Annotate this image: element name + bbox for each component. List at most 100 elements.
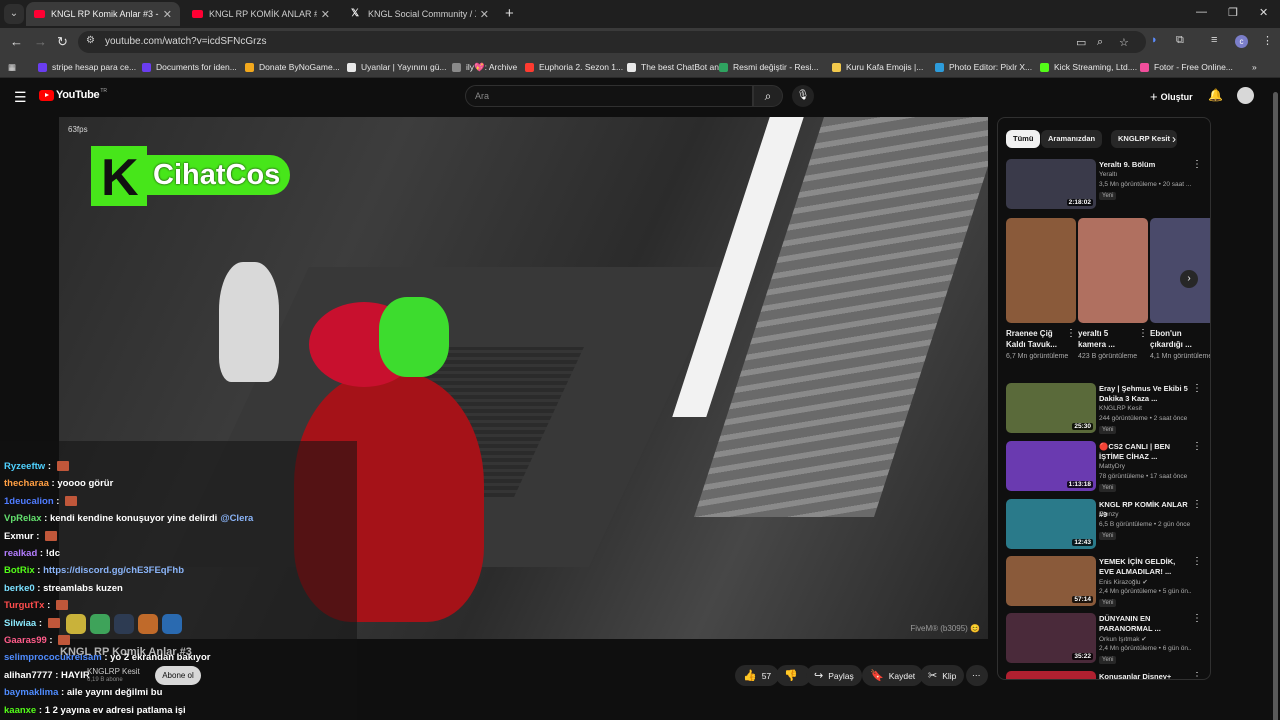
video-thumbnail[interactable]: 57:14 (1006, 556, 1096, 606)
video-thumbnail[interactable]: 35:22 (1006, 613, 1096, 663)
chat-username[interactable]: Gaaras99 (4, 635, 47, 646)
chat-username[interactable]: TurgutTx (4, 600, 44, 611)
extensions-puzzle-icon[interactable]: ⧉ (1176, 34, 1184, 47)
maximize-icon[interactable]: ❐ (1228, 6, 1238, 19)
chat-link[interactable]: https://discord.gg/chE3FEqFhb (43, 565, 184, 576)
recommended-video[interactable]: 57:14 YEMEK İÇİN GELDİK, EVE ALMADILAR! .… (1006, 556, 1206, 608)
channel-name[interactable]: Orkun Işıtmak ✔ (1099, 635, 1147, 643)
menu-icon[interactable]: ☰ (14, 89, 27, 106)
more-icon[interactable]: ⋮ (1210, 328, 1211, 339)
bookmark-item[interactable]: Uyanlar | Yayınını gü... (347, 62, 447, 72)
recommended-video[interactable]: 1:13:18 🔴CS2 CANLI | BEN İŞTİME CİHAZ ...… (1006, 441, 1206, 493)
channel-name[interactable]: MattyDry (1099, 463, 1125, 470)
extension-icon[interactable]: ◗ (1151, 34, 1158, 46)
new-tab-button[interactable]: + (505, 5, 514, 22)
tab-active[interactable]: KNGL RP Komik Anlar #3 - YouTube ✕ (26, 2, 180, 26)
bookmark-star-icon[interactable]: ☆ (1119, 36, 1129, 49)
short-item[interactable]: yeraltı 5 kamera ... ⋮ 423 B görüntüleme (1078, 218, 1148, 360)
chat-username[interactable]: Silwiaa (4, 618, 36, 629)
bookmark-item[interactable]: Kick Streaming, Ltd.... (1040, 62, 1137, 72)
recommended-video[interactable]: 25:30 Eray | Şehmus Ve Ekibi 5 Dakika 3 K… (1006, 383, 1206, 435)
video-title[interactable]: YEMEK İÇİN GELDİK, EVE ALMADILAR! ... (1099, 557, 1191, 577)
channel-name[interactable]: Yeraltı (1099, 171, 1117, 178)
search-button[interactable]: ⌕ (753, 85, 783, 107)
bookmark-item[interactable]: The best ChatBot an... (627, 62, 726, 72)
shorts-next-button[interactable]: › (1180, 270, 1198, 288)
channel-name[interactable]: Enis Kirazoğlu ✔ (1099, 578, 1148, 586)
chat-username[interactable]: berke0 (4, 583, 35, 594)
profile-avatar[interactable]: c (1235, 35, 1248, 48)
youtube-logo[interactable]: YouTube TR (39, 88, 107, 101)
tab-3[interactable]: 𝕏 KNGL Social Community / X ✕ (343, 2, 497, 26)
more-actions-button[interactable]: ⋯ (966, 665, 988, 686)
video-thumbnail[interactable]: 12:43 (1006, 499, 1096, 549)
clip-button[interactable]: ✂ Klip (920, 665, 965, 686)
recommended-video[interactable]: 35:22 DÜNYANIN EN PARANORMAL ... Orkun Işı… (1006, 613, 1206, 665)
scrollbar-thumb[interactable] (1273, 92, 1278, 720)
video-thumbnail[interactable]: 25:30 (1006, 383, 1096, 433)
chat-username[interactable]: alihan7777 (4, 670, 53, 681)
page-scrollbar[interactable] (1270, 80, 1280, 720)
video-title[interactable]: DÜNYANIN EN PARANORMAL ... (1099, 614, 1191, 634)
bookmark-item[interactable]: Kuru Kafa Emojis |... (832, 62, 923, 72)
bookmark-item[interactable]: ily💖: Archive (452, 62, 517, 73)
chip-all[interactable]: Tümü (1006, 130, 1041, 148)
video-title[interactable]: 🔴CS2 CANLI | BEN İŞTİME CİHAZ ... (1099, 442, 1191, 462)
recommended-video[interactable]: Konuşanlar Disney+ ⋮ (1006, 671, 1206, 679)
forward-icon[interactable]: → (34, 34, 47, 49)
chat-username[interactable]: 1deucalion (4, 496, 54, 507)
short-title[interactable]: Ebon'un çıkardığı ... (1150, 328, 1208, 350)
video-title[interactable]: Eray | Şehmus Ve Ekibi 5 Dakika 3 Kaza .… (1099, 384, 1191, 404)
chat-username[interactable]: Ryzeeftw (4, 461, 45, 472)
bookmark-item[interactable]: stripe hesap para ce... (38, 62, 136, 72)
site-info-icon[interactable]: ⚙ (86, 35, 95, 46)
more-icon[interactable]: ⋮ (1192, 556, 1202, 567)
more-bookmarks-icon[interactable]: » (1252, 62, 1257, 72)
bookmark-item[interactable]: Documents for iden... (142, 62, 237, 72)
minimize-icon[interactable]: — (1196, 6, 1207, 18)
close-window-icon[interactable]: ✕ (1259, 6, 1268, 19)
recommended-video[interactable]: 2:18:02 Yeraltı 9. Bölüm Yeraltı 3,5 Mn gör… (1006, 159, 1206, 211)
short-item[interactable]: Ebon'un çıkardığı ...⋮ 4,1 Mn görüntüleme (1150, 218, 1210, 360)
voice-search-button[interactable]: 🎙 (792, 85, 814, 107)
video-title[interactable]: Konuşanlar Disney+ (1099, 672, 1191, 679)
reload-icon[interactable]: ↻ (57, 34, 68, 50)
chevron-right-icon[interactable]: › (1172, 132, 1176, 146)
channel-name[interactable]: KNGLRP Kesit (1099, 405, 1142, 412)
chat-mention[interactable]: @Clera (220, 513, 253, 524)
like-button[interactable]: 👍 57 (735, 665, 780, 686)
chat-username[interactable]: baymaklima (4, 687, 58, 698)
account-avatar[interactable] (1237, 87, 1254, 104)
zoom-icon[interactable]: ⌕ (1097, 36, 1103, 49)
share-button[interactable]: ↪ Paylaş (806, 665, 862, 686)
bookmark-item[interactable]: Euphoria 2. Sezon 1... (525, 62, 623, 72)
chat-username[interactable]: thecharaa (4, 478, 49, 489)
url-text[interactable]: youtube.com/watch?v=icdSFNcGrzs (105, 36, 266, 47)
chat-username[interactable]: VpRelax (4, 513, 42, 524)
chat-username[interactable]: realkad (4, 548, 37, 559)
channel-name[interactable]: KNGLRP Kesit (87, 667, 140, 676)
channel-name[interactable]: Elenzy (1099, 511, 1119, 518)
more-icon[interactable]: ⋮ (1192, 159, 1202, 170)
reading-list-icon[interactable]: ≡ (1211, 34, 1217, 46)
bookmark-item[interactable]: Resmi değiştir - Resi... (719, 62, 819, 72)
search-input[interactable] (466, 86, 752, 106)
chip-channel[interactable]: KNGLRP Kesit (1111, 130, 1177, 148)
notifications-bell-icon[interactable]: 🔔 (1208, 88, 1223, 102)
bookmark-item[interactable]: Fotor - Free Online... (1140, 62, 1233, 72)
omnibox[interactable]: ⚙ youtube.com/watch?v=icdSFNcGrzs ▭ ⌕ ☆ (78, 31, 1146, 53)
chat-username[interactable]: BotRix (4, 565, 35, 576)
short-title[interactable]: yeraltı 5 kamera ... (1078, 328, 1136, 350)
tab-search-button[interactable]: ⌄ (4, 4, 24, 24)
search-box[interactable] (465, 85, 753, 107)
more-icon[interactable]: ⋮ (1192, 499, 1202, 510)
close-icon[interactable]: ✕ (163, 8, 172, 21)
video-title[interactable]: Yeraltı 9. Bölüm (1099, 160, 1191, 170)
short-item[interactable]: Rraenee Çiğ Kaldı Tavuk... ⋮ 6,7 Mn görünt… (1006, 218, 1076, 360)
more-icon[interactable]: ⋮ (1192, 383, 1202, 394)
cast-icon[interactable]: ▭ (1076, 36, 1086, 49)
short-title[interactable]: Rraenee Çiğ Kaldı Tavuk... (1006, 328, 1064, 350)
close-icon[interactable]: ✕ (321, 8, 330, 21)
more-icon[interactable]: ⋮ (1192, 441, 1202, 452)
close-icon[interactable]: ✕ (480, 8, 489, 21)
